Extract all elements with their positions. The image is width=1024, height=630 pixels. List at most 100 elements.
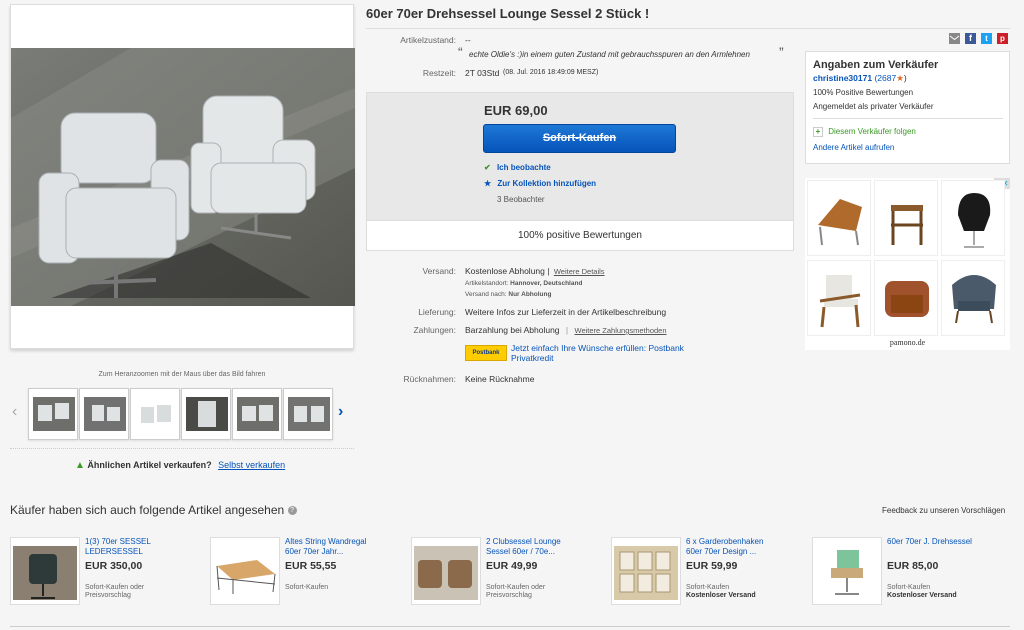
payment-label: Zahlungen:	[413, 325, 456, 335]
add-collection-label: Zur Kollektion hinzufügen	[497, 179, 597, 188]
item-image[interactable]	[411, 537, 481, 605]
thumbnail-3[interactable]	[130, 388, 180, 440]
feedback-link[interactable]: Feedback zu unseren Vorschlägen	[882, 506, 1005, 515]
ad-product-5[interactable]	[874, 260, 938, 336]
share-icons: f t p	[949, 33, 1013, 45]
shipto-label: Versand nach:	[465, 291, 507, 298]
chairs-photo	[11, 48, 355, 306]
email-icon[interactable]	[949, 33, 960, 44]
item-ship-line2: Kostenloser Versand	[686, 592, 756, 599]
item-image[interactable]	[611, 537, 681, 605]
item-title[interactable]: 1(3) 70er SESSEL LEDERSESSEL	[85, 537, 175, 557]
watching-link[interactable]: ✔ Ich beobachte	[484, 163, 551, 172]
bottom-divider	[10, 626, 1010, 627]
time-left-value: 2T 03Std	[465, 68, 500, 78]
item-title[interactable]: Altes String Wandregal 60er 70er Jahr...	[285, 537, 375, 557]
tag-icon: ▲	[75, 460, 85, 471]
other-items-link[interactable]: Andere Artikel aufrufen	[813, 143, 894, 152]
location-value: Hannover, Deutschland	[510, 280, 583, 287]
sell-similar: ▲ Ähnlichen Artikel verkaufen? Selbst ve…	[75, 460, 285, 471]
item-price: EUR 85,00	[887, 560, 939, 572]
item-ship-line1: Sofort-Kaufen	[285, 584, 329, 591]
sell-similar-text: Ähnlichen Artikel verkaufen?	[87, 460, 212, 470]
delivery-label: Lieferung:	[418, 307, 456, 317]
star-icon: ★	[484, 179, 492, 188]
seller-positive: 100% Positive Bewertungen	[813, 88, 914, 97]
twitter-icon[interactable]: t	[981, 33, 992, 44]
item-title[interactable]: 2 Clubsessel Lounge Sessel 60er / 70e...	[486, 537, 576, 557]
returns-value: Keine Rücknahme	[465, 374, 535, 384]
item-ship-line1: Sofort-Kaufen oder	[486, 584, 546, 591]
thumb-prev-arrow-icon[interactable]: ‹	[12, 403, 17, 421]
item-price: EUR 55,55	[285, 560, 337, 572]
seller-divider	[813, 118, 1003, 119]
watchers-count: 3 Beobachter	[497, 195, 545, 204]
postbank-logo: Postbank	[465, 345, 507, 361]
item-ship-line2: Kostenloser Versand	[887, 592, 957, 599]
zoom-hint: Zum Heranzoomen mit der Maus über das Bi…	[98, 371, 266, 378]
recommendation-item-4[interactable]: 6 x Garderobenhaken 60er 70er Design ...…	[611, 537, 811, 607]
pinterest-icon[interactable]: p	[997, 33, 1008, 44]
item-image[interactable]	[812, 537, 882, 605]
thumbnail-2[interactable]	[79, 388, 129, 440]
item-price: EUR 59,99	[686, 560, 738, 572]
recommendation-item-1[interactable]: 1(3) 70er SESSEL LEDERSESSEL EUR 350,00 …	[10, 537, 210, 607]
quote-open: “	[458, 44, 463, 60]
ad-product-4[interactable]	[807, 260, 871, 336]
follow-seller-link[interactable]: + Diesem Verkäufer folgen	[813, 127, 916, 137]
item-ship-line1: Sofort-Kaufen	[686, 584, 730, 591]
recommendation-item-3[interactable]: 2 Clubsessel Lounge Sessel 60er / 70e...…	[411, 537, 611, 607]
item-shipping: Sofort-Kaufen Kostenloser Versand	[686, 584, 781, 600]
buy-now-button[interactable]: Sofort-Kaufen	[483, 124, 676, 153]
recommendation-item-5[interactable]: 60er 70er J. Drehsessel EUR 85,00 Sofort…	[812, 537, 1012, 607]
pamono-ad[interactable]: ▶✕ pamono.de	[805, 178, 1010, 350]
ad-product-6[interactable]	[941, 260, 1005, 336]
seller-score-close: )	[903, 73, 907, 83]
buy-box: 100% positive Bewertungen	[366, 92, 794, 251]
condition-value: --	[465, 35, 471, 45]
ad-product-3[interactable]	[941, 180, 1005, 256]
payment-methods-link[interactable]: Weitere Zahlungsmethoden	[575, 326, 667, 335]
item-location: Artikelstandort: Hannover, Deutschland	[465, 280, 582, 287]
thumbnail-4[interactable]	[181, 388, 231, 440]
sell-similar-link[interactable]: Selbst verkaufen	[218, 460, 285, 470]
item-image[interactable]	[210, 537, 280, 605]
title-divider	[366, 28, 1010, 29]
thumbnail-5[interactable]	[232, 388, 282, 440]
ad-product-1[interactable]	[807, 180, 871, 256]
seller-info-box: Angaben zum Verkäufer christine30171 (26…	[805, 51, 1010, 164]
thumb-next-arrow-icon[interactable]: ›	[338, 403, 343, 421]
postbank-credit-link[interactable]: Jetzt einfach Ihre Wünsche erfüllen: Pos…	[511, 343, 721, 363]
shipping-details-link[interactable]: Weitere Details	[554, 267, 605, 276]
star-icon: ★	[896, 73, 904, 83]
plus-icon: +	[813, 127, 823, 137]
quote-close: ”	[779, 44, 784, 60]
item-shipping: Sofort-Kaufen oder Preisvorschlag	[85, 584, 180, 600]
seller-name-link[interactable]: christine30171	[813, 73, 872, 83]
info-icon[interactable]: ?	[287, 506, 297, 516]
separator: |	[565, 325, 569, 335]
returns-label: Rücknahmen:	[403, 374, 456, 384]
watching-label: Ich beobachte	[496, 163, 551, 172]
item-ship-line2: Preisvorschlag	[85, 592, 131, 599]
payment-text: Barzahlung bei Abholung	[465, 325, 560, 335]
seller-score-link[interactable]: (2687	[874, 73, 896, 83]
ad-product-2[interactable]	[874, 180, 938, 256]
thumbnail-6[interactable]	[283, 388, 333, 440]
payment-value: Barzahlung bei Abholung | Weitere Zahlun…	[465, 325, 667, 335]
item-image[interactable]	[10, 537, 80, 605]
recommendation-item-2[interactable]: Altes String Wandregal 60er 70er Jahr...…	[210, 537, 410, 607]
item-title[interactable]: 6 x Garderobenhaken 60er 70er Design ...	[686, 537, 776, 557]
item-title[interactable]: 60er 70er J. Drehsessel	[887, 537, 977, 547]
thumbnail-1[interactable]	[28, 388, 78, 440]
time-left-label: Restzeit:	[422, 68, 456, 78]
location-label: Artikelstandort:	[465, 280, 509, 287]
item-ship-line1: Sofort-Kaufen	[887, 584, 931, 591]
item-shipping: Sofort-Kaufen	[285, 584, 380, 592]
shipping-value: Kostenlose Abholung | Weitere Details	[465, 266, 605, 276]
add-collection-link[interactable]: ★ Zur Kollektion hinzufügen	[484, 179, 596, 188]
item-price: EUR 49,99	[486, 560, 538, 572]
facebook-icon[interactable]: f	[965, 33, 976, 44]
main-product-image[interactable]	[10, 4, 355, 349]
seller-heading: Angaben zum Verkäufer	[813, 59, 939, 71]
